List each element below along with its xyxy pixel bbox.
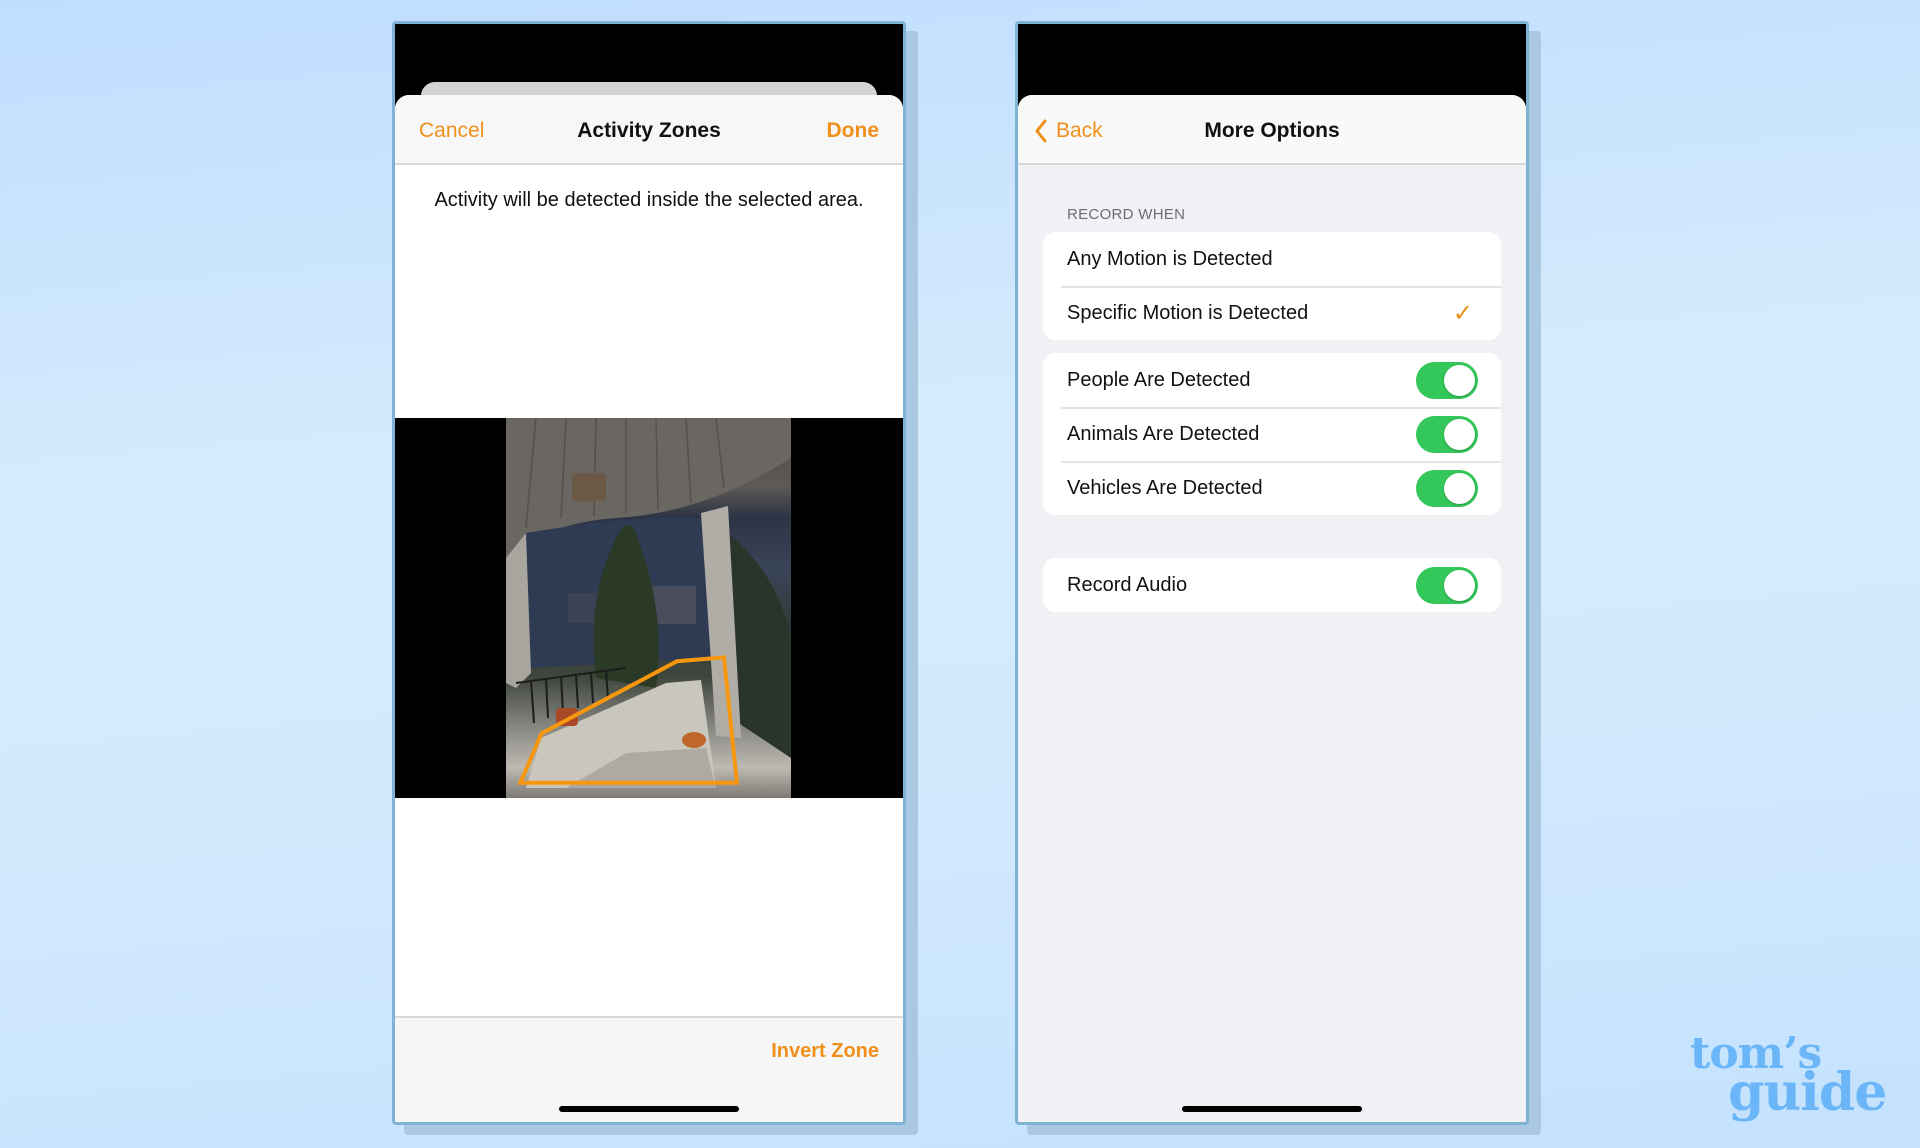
toggle-knob <box>1444 418 1475 450</box>
option-specific-motion[interactable]: Specific Motion is Detected ✓ <box>1043 286 1501 340</box>
option-label: Specific Motion is Detected <box>1067 301 1309 324</box>
audio-group: Record Audio <box>1043 558 1501 612</box>
toggle-label: Animals Are Detected <box>1067 422 1260 445</box>
toggle-label: Vehicles Are Detected <box>1067 476 1263 499</box>
people-toggle[interactable] <box>1416 361 1478 399</box>
flower-pot <box>682 732 706 748</box>
navigation-bar: Back More Options <box>1018 95 1526 165</box>
activity-zones-sheet: Cancel Activity Zones Done Activity will… <box>395 95 903 1122</box>
toggle-knob <box>1444 364 1475 396</box>
list-item-animals: Animals Are Detected <box>1043 407 1501 461</box>
logo-line-2: guide <box>1728 1062 1887 1124</box>
invert-zone-button[interactable]: Invert Zone <box>771 1040 879 1063</box>
section-header-record-when: RECORD WHEN <box>1067 206 1186 223</box>
home-indicator[interactable] <box>1182 1106 1362 1112</box>
checkmark-icon: ✓ <box>1452 299 1473 327</box>
doorbell-camera-image[interactable] <box>506 418 791 798</box>
phone-screen-activity-zones: Cancel Activity Zones Done Activity will… <box>392 21 906 1125</box>
list-item-record-audio: Record Audio <box>1043 558 1501 612</box>
toms-guide-logo: tom’s guide <box>1690 1031 1887 1124</box>
home-indicator[interactable] <box>559 1106 739 1112</box>
toggle-knob <box>1444 472 1475 504</box>
toggle-label: Record Audio <box>1067 573 1188 596</box>
option-label: Any Motion is Detected <box>1067 247 1273 270</box>
bottom-toolbar: Invert Zone <box>395 1016 903 1122</box>
done-button[interactable]: Done <box>827 119 880 143</box>
list-item-people: People Are Detected <box>1043 353 1501 407</box>
detection-types-group: People Are Detected Animals Are Detected… <box>1043 353 1501 515</box>
camera-preview <box>395 418 903 798</box>
animals-toggle[interactable] <box>1416 415 1478 453</box>
page-title: More Options <box>1204 119 1340 142</box>
toggle-label: People Are Detected <box>1067 368 1251 391</box>
option-any-motion[interactable]: Any Motion is Detected <box>1043 232 1501 286</box>
phone-screen-more-options: Back More Options RECORD WHEN Any Motion… <box>1015 21 1529 1125</box>
record-audio-toggle[interactable] <box>1416 566 1478 604</box>
record-when-group: Any Motion is Detected Specific Motion i… <box>1043 232 1501 340</box>
toggle-knob <box>1444 569 1475 601</box>
list-item-vehicles: Vehicles Are Detected <box>1043 461 1501 515</box>
navigation-bar: Cancel Activity Zones Done <box>395 95 903 165</box>
vehicles-toggle[interactable] <box>1416 469 1478 507</box>
zone-description: Activity will be detected inside the sel… <box>434 189 864 211</box>
porch-light <box>572 473 606 501</box>
more-options-sheet: Back More Options RECORD WHEN Any Motion… <box>1018 95 1526 1122</box>
